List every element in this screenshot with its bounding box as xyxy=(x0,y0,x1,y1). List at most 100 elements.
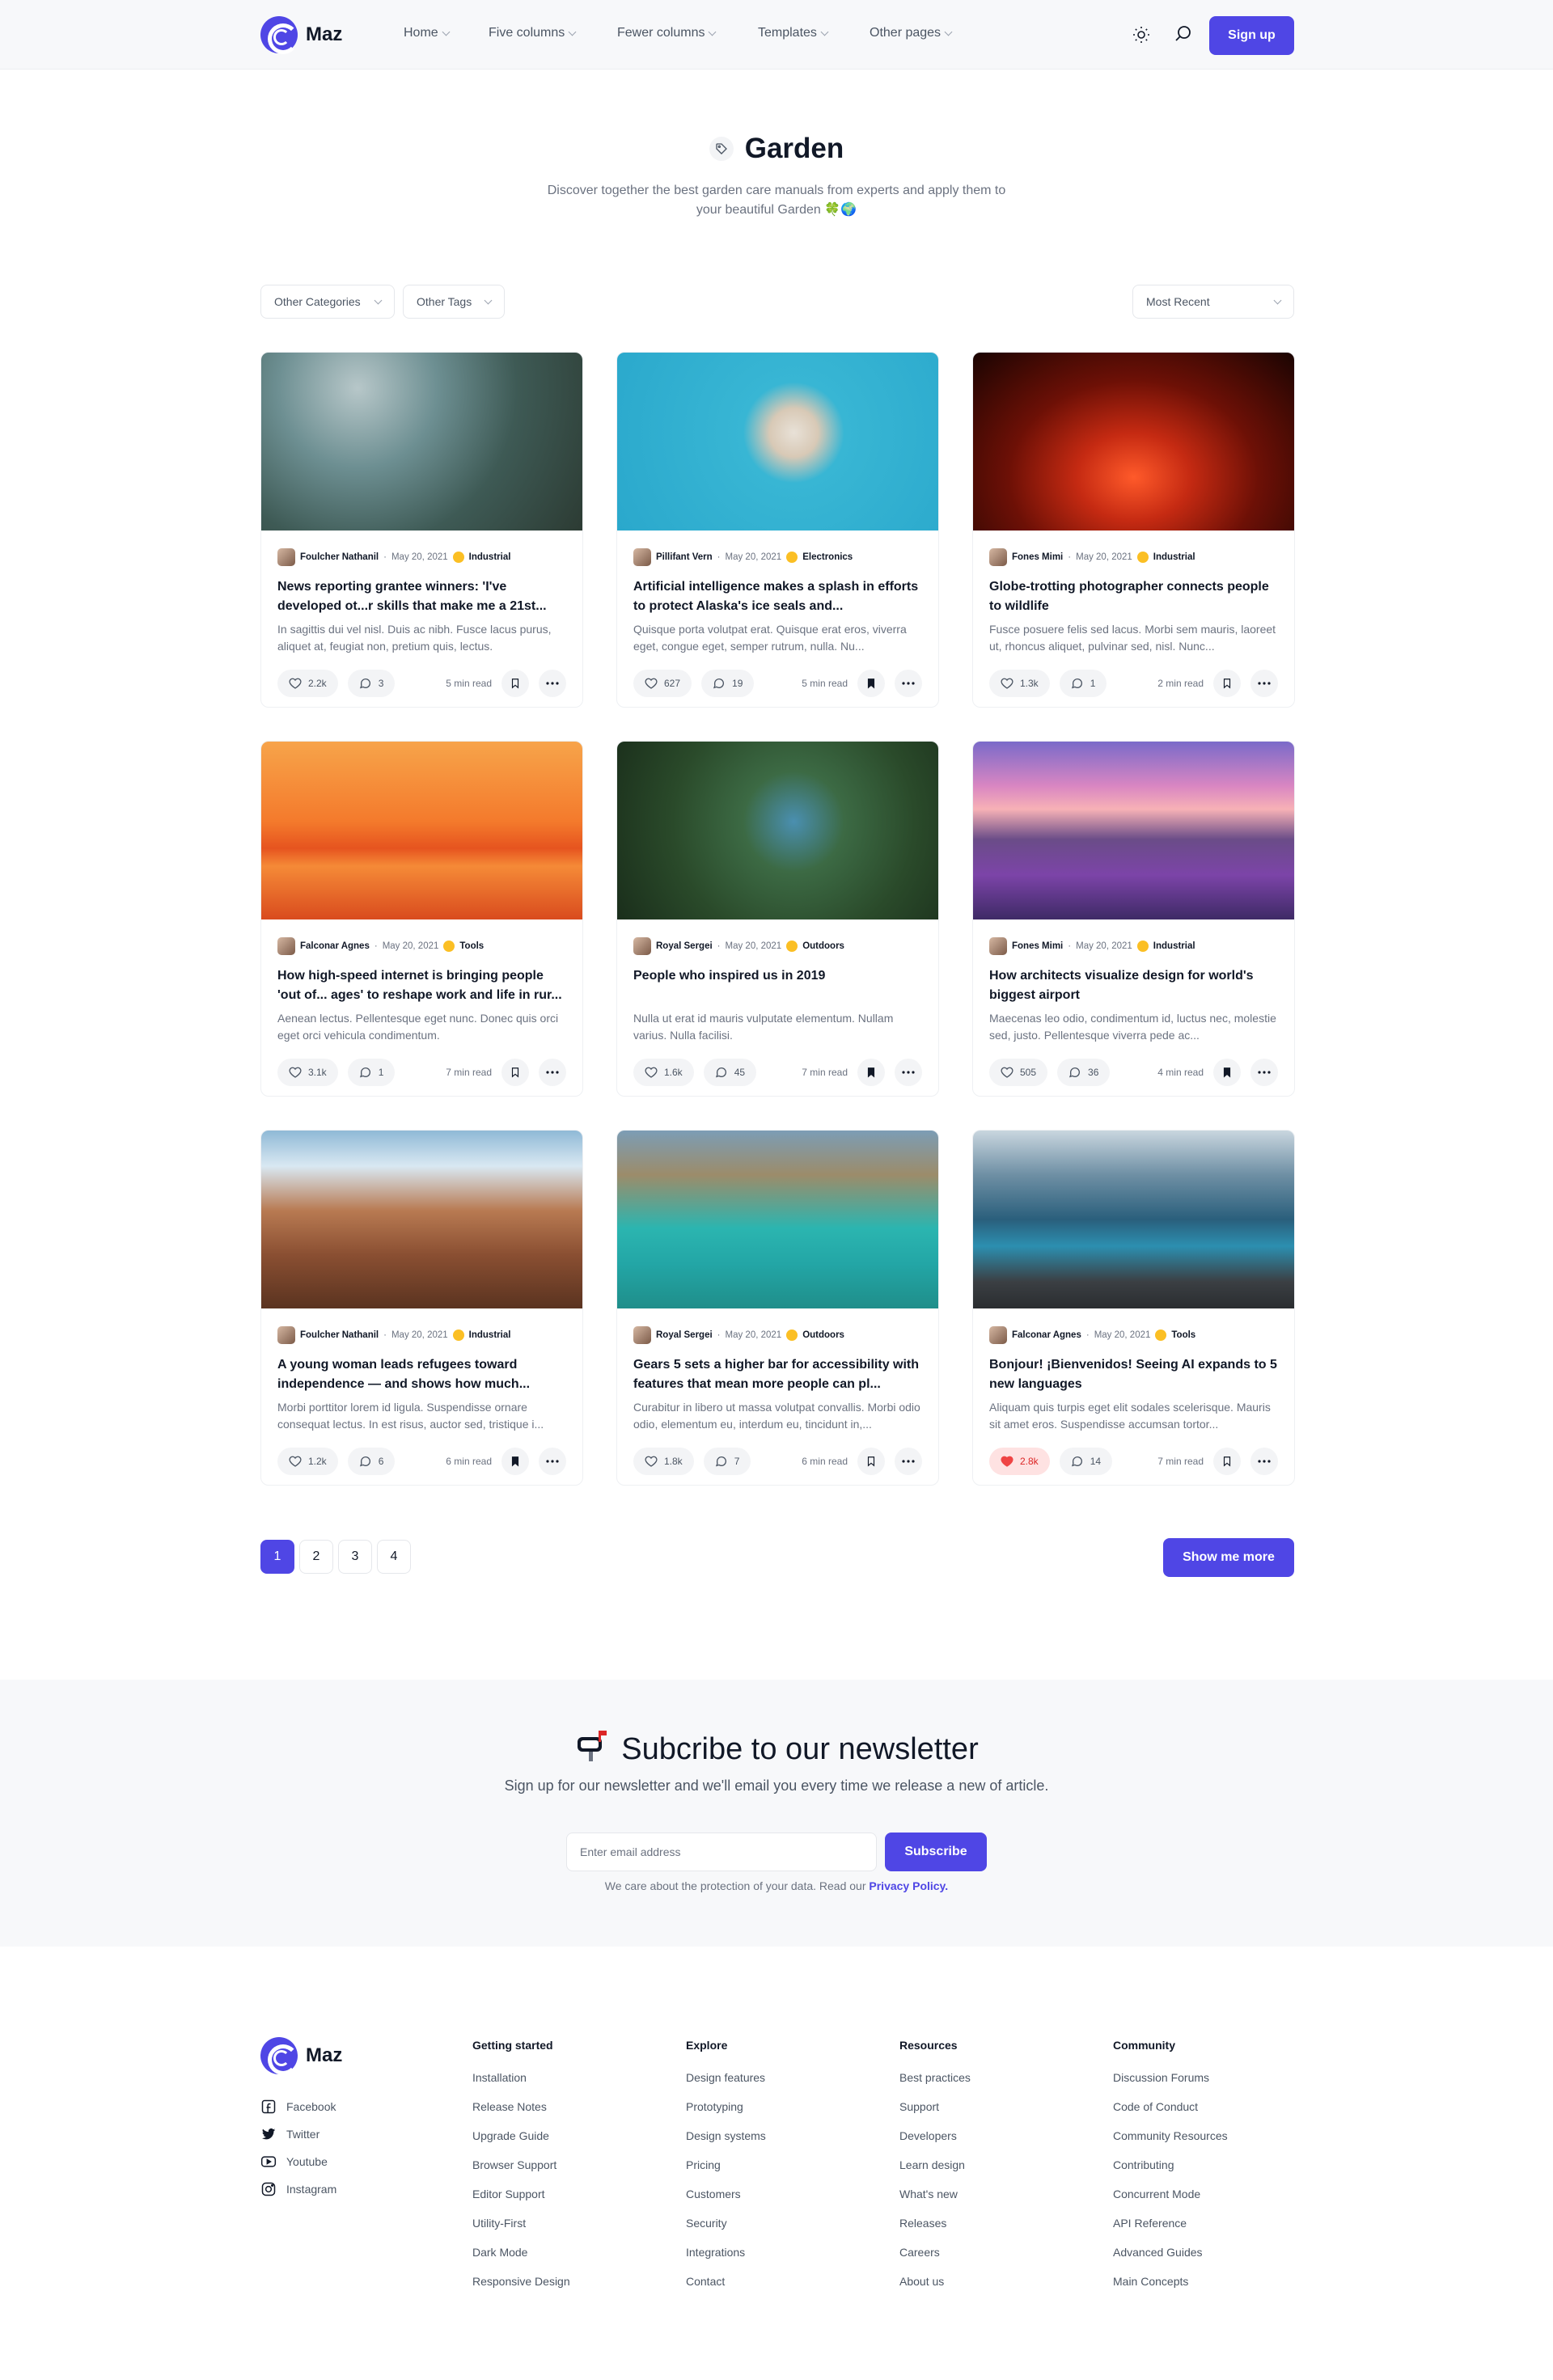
post-category[interactable]: Tools xyxy=(459,941,484,951)
like-button[interactable]: 1.2k xyxy=(277,1448,338,1475)
post-image[interactable] xyxy=(973,1131,1294,1308)
footer-link[interactable]: Responsive Design xyxy=(472,2275,570,2288)
like-button[interactable]: 2.8k xyxy=(989,1448,1050,1475)
like-button[interactable]: 3.1k xyxy=(277,1059,338,1086)
more-options-button[interactable] xyxy=(539,1448,566,1475)
more-options-button[interactable] xyxy=(539,670,566,697)
footer-link[interactable]: Community Resources xyxy=(1113,2129,1228,2142)
page-button-3[interactable]: 3 xyxy=(338,1540,372,1574)
footer-link[interactable]: Best practices xyxy=(899,2071,971,2084)
comment-button[interactable]: 7 xyxy=(703,1448,751,1475)
post-category[interactable]: Industrial xyxy=(1153,941,1195,951)
social-twitter[interactable]: Twitter xyxy=(260,2126,319,2142)
page-button-4[interactable]: 4 xyxy=(377,1540,411,1574)
categories-filter[interactable]: Other Categories xyxy=(260,285,395,319)
post-image[interactable] xyxy=(617,353,938,531)
like-button[interactable]: 1.6k xyxy=(633,1059,694,1086)
tags-filter[interactable]: Other Tags xyxy=(403,285,505,319)
footer-link[interactable]: Careers xyxy=(899,2246,940,2259)
post-author[interactable]: Falconar Agnes xyxy=(1012,1330,1081,1340)
post-card[interactable]: Royal Sergei · May 20, 2021 Outdoors Gea… xyxy=(616,1130,939,1486)
bookmark-button[interactable] xyxy=(857,1448,885,1475)
post-card[interactable]: Falconar Agnes · May 20, 2021 Tools Bonj… xyxy=(972,1130,1295,1486)
footer-link[interactable]: Contact xyxy=(686,2275,725,2288)
avatar[interactable] xyxy=(277,937,295,955)
bookmark-button[interactable] xyxy=(857,670,885,697)
theme-toggle-sun-icon[interactable] xyxy=(1130,23,1153,46)
post-category[interactable]: Industrial xyxy=(469,1330,511,1340)
footer-link[interactable]: Advanced Guides xyxy=(1113,2246,1203,2259)
email-input[interactable] xyxy=(566,1833,877,1871)
post-title[interactable]: A young woman leads refugees toward inde… xyxy=(277,1355,566,1394)
post-image[interactable] xyxy=(261,1131,582,1308)
post-category[interactable]: Electronics xyxy=(802,552,853,562)
footer-link[interactable]: Prototyping xyxy=(686,2100,743,2113)
post-card[interactable]: Foulcher Nathanil · May 20, 2021 Industr… xyxy=(260,352,583,708)
footer-link[interactable]: Support xyxy=(899,2100,939,2113)
social-facebook[interactable]: Facebook xyxy=(260,2099,336,2115)
post-category[interactable]: Outdoors xyxy=(802,941,844,951)
post-title[interactable]: Artificial intelligence makes a splash i… xyxy=(633,577,922,616)
post-title[interactable]: How high-speed internet is bringing peop… xyxy=(277,966,566,1005)
post-image[interactable] xyxy=(617,1131,938,1308)
footer-link[interactable]: What's new xyxy=(899,2188,958,2200)
nav-item-fewer-columns[interactable]: Fewer columns xyxy=(617,26,717,40)
post-title[interactable]: How architects visualize design for worl… xyxy=(989,966,1278,1005)
social-youtube[interactable]: Youtube xyxy=(260,2154,328,2170)
nav-item-five-columns[interactable]: Five columns xyxy=(489,26,577,40)
post-category[interactable]: Industrial xyxy=(469,552,511,562)
avatar[interactable] xyxy=(989,937,1007,955)
post-category[interactable]: Tools xyxy=(1171,1330,1195,1340)
subscribe-button[interactable]: Subscribe xyxy=(885,1833,987,1871)
footer-link[interactable]: Integrations xyxy=(686,2246,745,2259)
post-card[interactable]: Foulcher Nathanil · May 20, 2021 Industr… xyxy=(260,1130,583,1486)
footer-link[interactable]: Concurrent Mode xyxy=(1113,2188,1200,2200)
like-button[interactable]: 1.8k xyxy=(633,1448,694,1475)
page-button-2[interactable]: 2 xyxy=(299,1540,333,1574)
footer-link[interactable]: Browser Support xyxy=(472,2158,556,2171)
footer-link[interactable]: Pricing xyxy=(686,2158,721,2171)
post-card[interactable]: Royal Sergei · May 20, 2021 Outdoors Peo… xyxy=(616,741,939,1097)
comment-button[interactable]: 36 xyxy=(1057,1059,1111,1086)
nav-item-other-pages[interactable]: Other pages xyxy=(870,26,953,40)
comment-button[interactable]: 3 xyxy=(347,670,396,697)
post-author[interactable]: Royal Sergei xyxy=(656,941,713,951)
bookmark-button[interactable] xyxy=(501,1059,529,1086)
bookmark-button[interactable] xyxy=(1213,670,1241,697)
post-author[interactable]: Royal Sergei xyxy=(656,1330,713,1340)
privacy-policy-link[interactable]: Privacy Policy. xyxy=(869,1879,948,1892)
post-author[interactable]: Falconar Agnes xyxy=(300,941,370,951)
more-options-button[interactable] xyxy=(895,670,922,697)
more-options-button[interactable] xyxy=(1250,1448,1278,1475)
post-title[interactable]: Gears 5 sets a higher bar for accessibil… xyxy=(633,1355,922,1394)
nav-item-templates[interactable]: Templates xyxy=(758,26,829,40)
comment-button[interactable]: 45 xyxy=(703,1059,757,1086)
footer-logo[interactable]: Maz xyxy=(260,2037,342,2075)
social-instagram[interactable]: Instagram xyxy=(260,2181,336,2197)
more-options-button[interactable] xyxy=(895,1059,922,1086)
footer-link[interactable]: Code of Conduct xyxy=(1113,2100,1198,2113)
footer-link[interactable]: Contributing xyxy=(1113,2158,1174,2171)
post-image[interactable] xyxy=(261,742,582,919)
avatar[interactable] xyxy=(989,1326,1007,1344)
bookmark-button[interactable] xyxy=(857,1059,885,1086)
search-icon[interactable] xyxy=(1172,23,1195,45)
avatar[interactable] xyxy=(277,1326,295,1344)
comment-button[interactable]: 14 xyxy=(1059,1448,1113,1475)
bookmark-button[interactable] xyxy=(1213,1448,1241,1475)
page-button-1[interactable]: 1 xyxy=(260,1540,294,1574)
comment-button[interactable]: 19 xyxy=(701,670,755,697)
post-image[interactable] xyxy=(617,742,938,919)
post-category[interactable]: Industrial xyxy=(1153,552,1195,562)
post-title[interactable]: News reporting grantee winners: 'I've de… xyxy=(277,577,566,616)
footer-link[interactable]: Customers xyxy=(686,2188,741,2200)
avatar[interactable] xyxy=(989,548,1007,566)
avatar[interactable] xyxy=(633,937,651,955)
more-options-button[interactable] xyxy=(895,1448,922,1475)
footer-link[interactable]: Discussion Forums xyxy=(1113,2071,1209,2084)
bookmark-button[interactable] xyxy=(501,1448,529,1475)
post-author[interactable]: Fones Mimi xyxy=(1012,552,1063,562)
footer-link[interactable]: Learn design xyxy=(899,2158,965,2171)
footer-link[interactable]: Developers xyxy=(899,2129,957,2142)
footer-link[interactable]: Main Concepts xyxy=(1113,2275,1188,2288)
